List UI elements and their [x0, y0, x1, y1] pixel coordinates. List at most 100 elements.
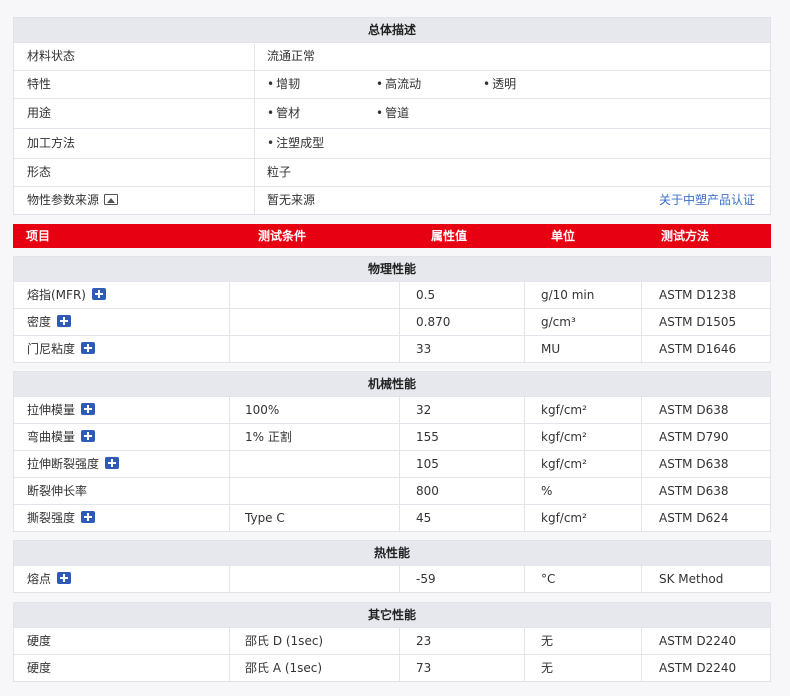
- test-method: ASTM D1505: [641, 309, 770, 335]
- bullet: •: [267, 77, 275, 91]
- physical-properties-table: 物理性能 熔指(MFR) 0.5 g/10 min ASTM D1238 密度 0.870 g…: [13, 256, 771, 363]
- row-value: 暂无来源 关于中塑产品认证: [254, 187, 770, 214]
- property-name-cell: 硬度: [14, 655, 229, 681]
- property-name: 密度: [27, 315, 52, 329]
- use-label: 管材: [276, 106, 301, 120]
- overview-row-source: 物性参数来源 暂无来源 关于中塑产品认证: [14, 186, 770, 214]
- row-label-text: 物性参数来源: [27, 193, 100, 207]
- row-value: 流通正常: [254, 43, 770, 70]
- add-compare-icon[interactable]: [91, 288, 106, 300]
- property-row: 硬度 邵氏 D (1sec) 23 无 ASTM D2240: [14, 627, 770, 654]
- property-value: 800: [399, 478, 524, 504]
- test-method: ASTM D638: [641, 397, 770, 423]
- row-label: 特性: [27, 77, 52, 91]
- property-name: 硬度: [27, 661, 52, 675]
- property-unit: kgf/cm²: [524, 397, 641, 423]
- test-condition: Type C: [229, 505, 399, 531]
- test-condition: [229, 566, 399, 592]
- property-value: 45: [399, 505, 524, 531]
- test-method: ASTM D2240: [641, 655, 770, 681]
- row-value: • 增韧 • 高流动 • 透明: [254, 71, 770, 98]
- property-name: 断裂伸长率: [27, 484, 88, 498]
- row-value: 粒子: [254, 159, 770, 186]
- property-name: 硬度: [27, 634, 52, 648]
- property-unit: kgf/cm²: [524, 505, 641, 531]
- property-value: 73: [399, 655, 524, 681]
- add-compare-icon[interactable]: [57, 315, 72, 327]
- add-compare-icon[interactable]: [81, 403, 96, 415]
- section-title: 物理性能: [14, 257, 770, 281]
- overview-row-uses: 用途 • 管材 • 管道: [14, 98, 770, 128]
- property-name: 撕裂强度: [27, 511, 76, 525]
- test-condition: [229, 336, 399, 362]
- property-name-cell: 拉伸断裂强度: [14, 451, 229, 477]
- property-name-cell: 熔点: [14, 566, 229, 592]
- image-icon[interactable]: [104, 194, 119, 205]
- test-method: ASTM D1238: [641, 282, 770, 308]
- certification-link[interactable]: 关于中塑产品认证: [659, 187, 755, 214]
- test-method: ASTM D790: [641, 424, 770, 450]
- property-value: 0.5: [399, 282, 524, 308]
- test-method: ASTM D624: [641, 505, 770, 531]
- use-item: • 管道: [376, 99, 409, 128]
- property-name-cell: 拉伸模量: [14, 397, 229, 423]
- property-row: 断裂伸长率 800% ASTM D638: [14, 477, 770, 504]
- property-unit: g/10 min: [524, 282, 641, 308]
- property-unit: 无: [524, 628, 641, 654]
- thermal-properties-table: 热性能 熔点 -59 °C SK Method: [13, 540, 771, 593]
- bullet: •: [376, 77, 384, 91]
- property-name-cell: 熔指(MFR): [14, 282, 229, 308]
- row-label: 物性参数来源: [14, 187, 254, 214]
- property-name: 门尼粘度: [27, 342, 76, 356]
- property-value: 33: [399, 336, 524, 362]
- other-properties-table: 其它性能 硬度 邵氏 D (1sec) 23 无 ASTM D2240 硬度 邵氏 A (1s…: [13, 602, 771, 682]
- test-condition: [229, 451, 399, 477]
- column-unit: 单位: [551, 229, 576, 243]
- property-unit: kgf/cm²: [524, 424, 641, 450]
- column-header-bar: 项目 测试条件 属性值 单位 测试方法: [13, 224, 771, 248]
- overview-row-processing: 加工方法 • 注塑成型: [14, 128, 770, 158]
- row-value: • 管材 • 管道: [254, 99, 770, 128]
- row-label: 形态: [27, 165, 52, 179]
- feature-item: • 高流动: [376, 71, 483, 98]
- property-name: 熔点: [27, 572, 52, 586]
- feature-label: 透明: [492, 77, 517, 91]
- property-unit: °C: [524, 566, 641, 592]
- row-label: 材料状态: [27, 49, 76, 63]
- property-row: 熔点 -59 °C SK Method: [14, 565, 770, 592]
- add-compare-icon[interactable]: [105, 457, 120, 469]
- overview-table: 总体描述 材料状态 流通正常 特性 • 增韧 • 高流动 • 透明 用途 • 管材 • 管道 加…: [13, 17, 771, 215]
- property-name-cell: 撕裂强度: [14, 505, 229, 531]
- property-name-cell: 门尼粘度: [14, 336, 229, 362]
- test-condition: 邵氏 D (1sec): [229, 628, 399, 654]
- test-method: ASTM D638: [641, 451, 770, 477]
- test-condition: [229, 478, 399, 504]
- section-title: 其它性能: [14, 603, 770, 627]
- overview-row-form: 形态 粒子: [14, 158, 770, 186]
- row-label: 加工方法: [27, 136, 76, 150]
- feature-label: 高流动: [385, 77, 422, 91]
- column-value: 属性值: [431, 229, 468, 243]
- property-row: 拉伸模量 100% 32 kgf/cm² ASTM D638: [14, 396, 770, 423]
- property-value: 155: [399, 424, 524, 450]
- property-name: 弯曲模量: [27, 430, 76, 444]
- column-condition: 测试条件: [258, 229, 307, 243]
- section-title: 机械性能: [14, 372, 770, 396]
- property-name-cell: 弯曲模量: [14, 424, 229, 450]
- column-item: 项目: [26, 229, 51, 243]
- add-compare-icon[interactable]: [81, 511, 96, 523]
- add-compare-icon[interactable]: [81, 342, 96, 354]
- bullet: •: [376, 106, 384, 120]
- test-method: ASTM D1646: [641, 336, 770, 362]
- row-label: 用途: [27, 106, 52, 120]
- property-row: 密度 0.870 g/cm³ ASTM D1505: [14, 308, 770, 335]
- test-condition: 100%: [229, 397, 399, 423]
- property-row: 门尼粘度 33 MU ASTM D1646: [14, 335, 770, 362]
- processing-item: • 注塑成型: [267, 129, 324, 158]
- mechanical-properties-table: 机械性能 拉伸模量 100% 32 kgf/cm² ASTM D638 弯曲模量 1% 正割 1…: [13, 371, 771, 532]
- add-compare-icon[interactable]: [81, 430, 96, 442]
- add-compare-icon[interactable]: [57, 572, 72, 584]
- property-name-cell: 断裂伸长率: [14, 478, 229, 504]
- test-method: SK Method: [641, 566, 770, 592]
- property-row: 熔指(MFR) 0.5 g/10 min ASTM D1238: [14, 281, 770, 308]
